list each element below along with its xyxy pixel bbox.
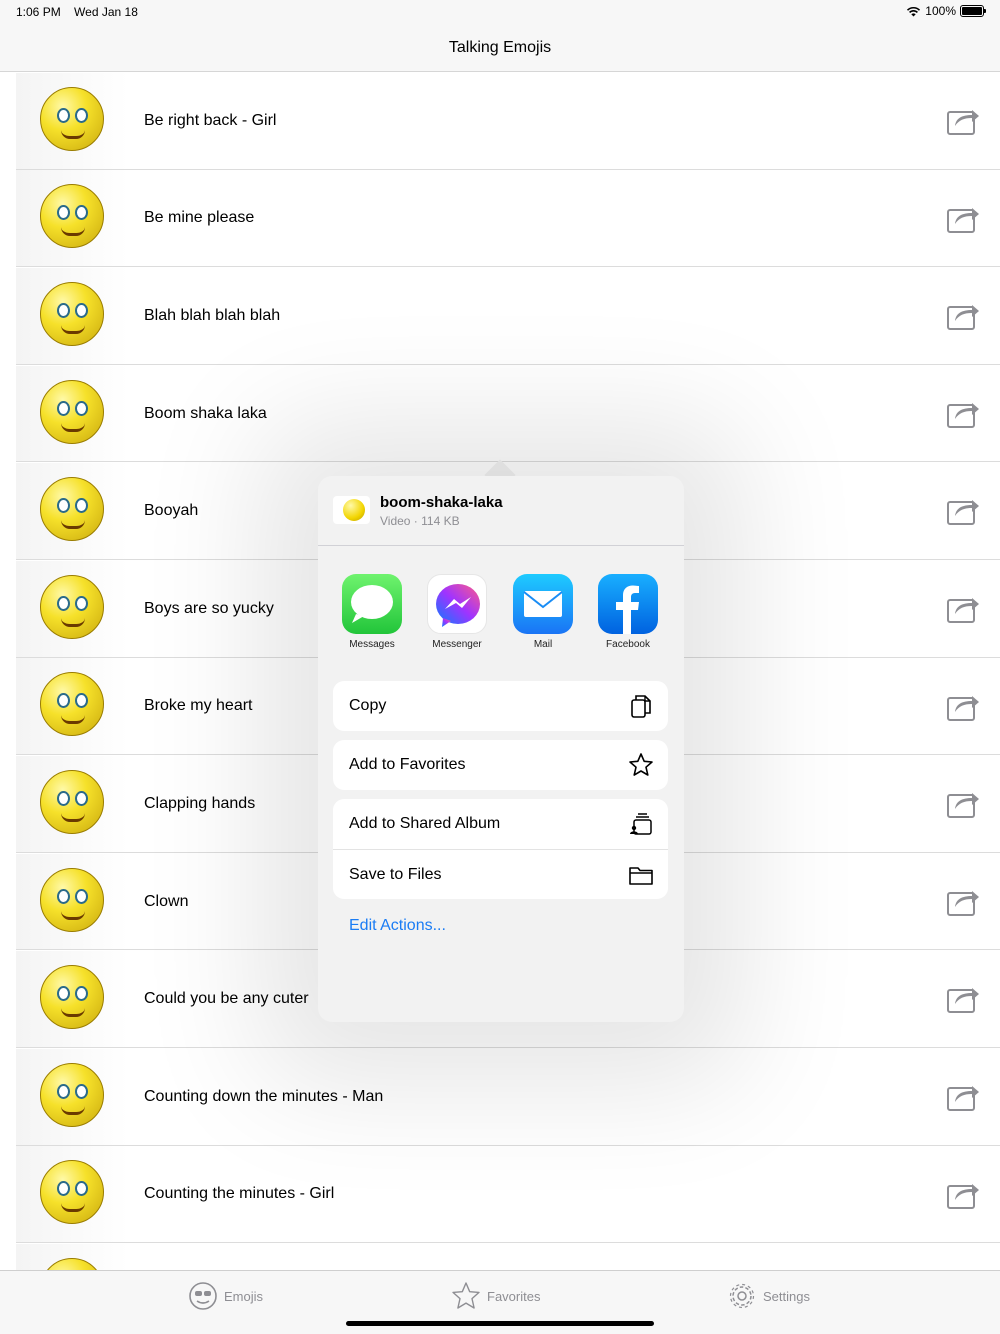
emoji-thumbnail [16, 463, 128, 560]
battery-fill [962, 7, 982, 15]
emoji-thumbnail [16, 267, 128, 364]
share-icon[interactable] [946, 690, 980, 722]
folder-icon [629, 867, 653, 885]
file-thumbnail [333, 496, 370, 524]
list-item-label: Counting down the minutes - Man [144, 1087, 384, 1105]
emoji-thumbnail [16, 658, 128, 755]
list-item-label: Boom shaka laka [144, 404, 267, 422]
share-icon[interactable] [946, 299, 980, 331]
emoji-thumbnail [16, 853, 128, 950]
status-date: Wed Jan 18 [74, 5, 138, 19]
messenger-icon [427, 574, 487, 634]
share-icon[interactable] [946, 592, 980, 624]
save-to-files-action[interactable]: Save to Files [333, 849, 668, 899]
app-label: Facebook [606, 639, 650, 650]
facebook-icon [598, 574, 658, 634]
battery-icon [960, 5, 986, 17]
emoji-thumbnail [16, 755, 128, 852]
share-app-row: Messages Messenger Mail Facebook [318, 574, 684, 654]
action-group-files: Add to Shared Album Save to Files [333, 799, 668, 899]
emoji-thumbnail [16, 560, 128, 657]
share-icon[interactable] [946, 787, 980, 819]
share-icon[interactable] [946, 397, 980, 429]
emoji-thumbnail [16, 365, 128, 462]
share-icon[interactable] [946, 982, 980, 1014]
tab-label: Emojis [224, 1288, 264, 1304]
share-icon[interactable] [946, 1080, 980, 1112]
list-item[interactable]: Counting down the minutes - Man [0, 1048, 1000, 1146]
home-indicator[interactable] [346, 1321, 654, 1326]
status-time: 1:06 PM [16, 5, 61, 19]
status-bar: 1:06 PM Wed Jan 18 100% [0, 0, 1000, 24]
list-item[interactable]: Be mine please [0, 170, 1000, 268]
copy-action[interactable]: Copy [333, 681, 668, 731]
share-app-mail[interactable]: Mail [503, 574, 583, 650]
battery-percent: 100% [925, 4, 956, 18]
list-item[interactable]: Blah blah blah blah [0, 267, 1000, 365]
share-app-messages[interactable]: Messages [332, 574, 412, 650]
list-item[interactable]: Boom shaka laka [0, 365, 1000, 463]
emoji-thumbnail [16, 1048, 128, 1145]
action-label: Copy [349, 697, 387, 714]
edit-actions-link[interactable]: Edit Actions... [349, 917, 446, 935]
list-item-label: Be right back - Girl [144, 111, 277, 129]
share-icon[interactable] [946, 202, 980, 234]
tab-label: Settings [763, 1288, 810, 1304]
shared-album-icon [630, 813, 652, 835]
share-sheet-header: boom-shaka-laka Video · 114 KB [318, 476, 684, 546]
share-app-facebook[interactable]: Facebook [588, 574, 668, 650]
copy-icon [631, 695, 651, 718]
action-group-copy: Copy [333, 681, 668, 731]
page-title: Talking Emojis [448, 38, 552, 56]
list-item-label: Blah blah blah blah [144, 306, 281, 324]
app-label: Messenger [432, 639, 482, 650]
tab-settings[interactable]: Settings [727, 1281, 810, 1311]
star-icon [452, 1282, 480, 1309]
share-sheet: boom-shaka-laka Video · 114 KB Messages … [318, 476, 684, 1022]
mail-icon [513, 574, 573, 634]
file-info: Video · 114 KB [380, 514, 460, 528]
tab-label: Favorites [487, 1288, 541, 1304]
action-label: Add to Shared Album [349, 815, 501, 832]
action-label: Save to Files [349, 865, 442, 883]
add-to-shared-album-action[interactable]: Add to Shared Album [333, 799, 668, 849]
emoji-thumbnail [16, 170, 128, 267]
tab-favorites[interactable]: Favorites [451, 1281, 540, 1311]
list-item-label: Be mine please [144, 209, 255, 227]
gear-icon [729, 1283, 755, 1309]
emoji-thumbnail [16, 951, 128, 1048]
messages-icon [342, 574, 402, 634]
status-right: 100% [906, 4, 986, 18]
add-to-favorites-action[interactable]: Add to Favorites [333, 740, 668, 790]
star-icon [629, 753, 653, 776]
app-label: Messages [349, 639, 395, 650]
file-name: boom-shaka-laka [380, 494, 503, 511]
list-item[interactable]: Counting the minutes - Girl [0, 1146, 1000, 1244]
wifi-icon [907, 6, 921, 16]
emoji-face-icon [189, 1282, 217, 1310]
list-item-label: Counting the minutes - Girl [144, 1185, 335, 1203]
list-item-partial[interactable] [0, 1243, 1000, 1270]
share-icon[interactable] [946, 1178, 980, 1210]
tab-emojis[interactable]: Emojis [188, 1281, 263, 1311]
app-label: Mail [533, 639, 553, 650]
share-app-messenger[interactable]: Messenger [417, 574, 497, 650]
action-group-favorites: Add to Favorites [333, 740, 668, 790]
list-item[interactable]: Be right back - Girl [0, 72, 1000, 170]
emoji-thumbnail [16, 1146, 128, 1243]
navigation-bar: Talking Emojis [0, 24, 1000, 72]
emoji-thumbnail [16, 72, 128, 169]
emoji-thumbnail [16, 1243, 128, 1270]
share-icon[interactable] [946, 104, 980, 136]
share-icon[interactable] [946, 885, 980, 917]
share-icon[interactable] [946, 494, 980, 526]
status-left: 1:06 PM Wed Jan 18 [16, 5, 148, 19]
action-label: Add to Favorites [349, 756, 466, 773]
